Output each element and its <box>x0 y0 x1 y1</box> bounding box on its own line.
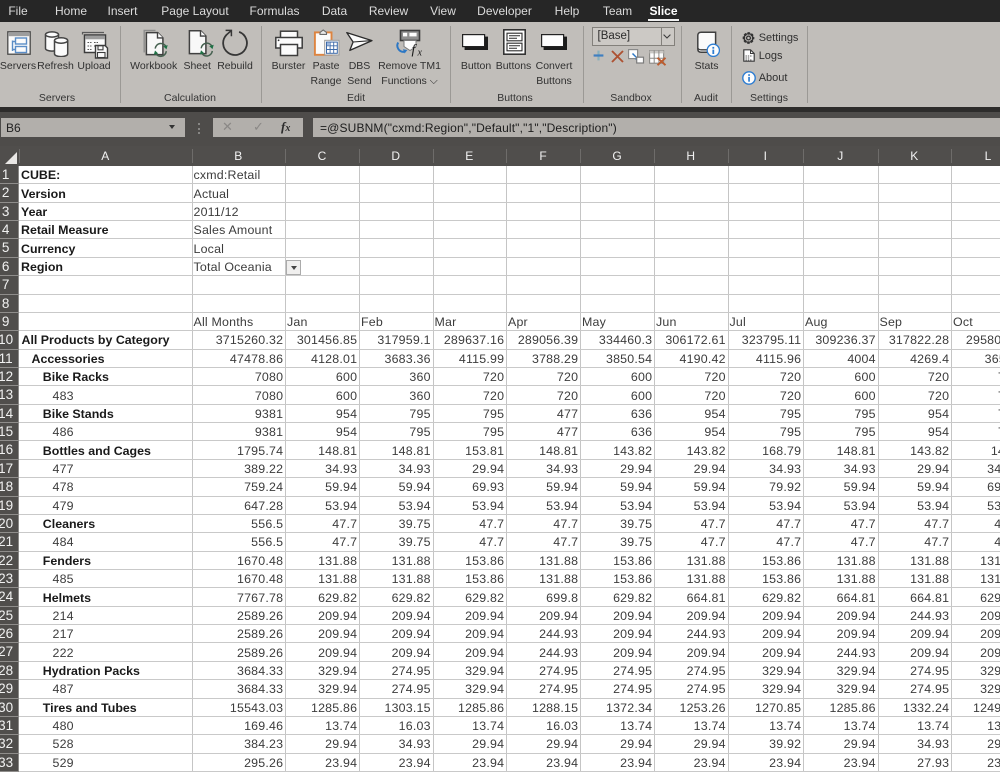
svg-text:x: x <box>417 48 423 59</box>
